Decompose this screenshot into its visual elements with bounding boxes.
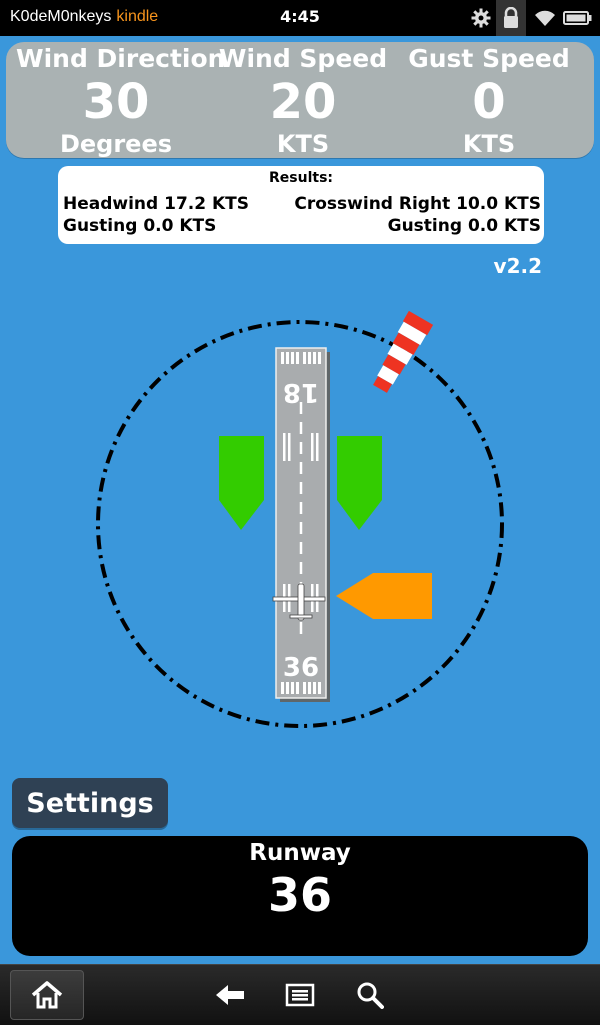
runway-bottom-number: 36 — [283, 653, 319, 683]
status-bar: K0deM0nkeys kindle 4:45 — [0, 0, 600, 36]
runway-label: Runway — [249, 840, 351, 866]
wind-direction-label: Wind Direction — [16, 44, 226, 73]
results-title: Results: — [269, 170, 333, 186]
system-nav-bar — [0, 964, 600, 1025]
headwind-arrow-right — [337, 436, 382, 530]
back-icon — [216, 985, 244, 1005]
settings-button-label: Settings — [26, 787, 154, 819]
wind-direction-unit: Degrees — [59, 130, 173, 158]
battery-icon — [562, 5, 594, 31]
wind-direction-value[interactable]: 30 — [16, 72, 216, 132]
runway-value[interactable]: 36 — [12, 868, 588, 922]
home-button[interactable] — [10, 970, 84, 1020]
crosswind-result: Crosswind Right 10.0 KTS — [294, 194, 541, 214]
wind-speed-value[interactable]: 20 — [203, 72, 403, 132]
headwind-result: Headwind 17.2 KTS — [63, 194, 249, 214]
search-button[interactable] — [352, 965, 388, 1025]
crosswind-arrow — [336, 573, 432, 619]
runway: 18 36 — [275, 347, 330, 702]
wind-input-panel: Wind Direction 30 Degrees Wind Speed 20 … — [6, 42, 594, 158]
settings-gear-icon[interactable] — [468, 5, 494, 31]
wind-speed-control[interactable]: Wind Speed 20 KTS — [203, 42, 403, 158]
menu-button[interactable] — [282, 965, 318, 1025]
crosswind-gusting-result: Gusting 0.0 KTS — [387, 216, 541, 236]
search-icon — [357, 982, 384, 1009]
headwind-arrow-left — [219, 436, 264, 530]
wind-speed-label: Wind Speed — [218, 44, 388, 73]
runway-top-number: 18 — [283, 377, 319, 407]
wifi-icon — [531, 5, 559, 31]
headwind-gusting-result: Gusting 0.0 KTS — [63, 216, 217, 236]
menu-icon — [285, 983, 315, 1007]
gust-speed-value[interactable]: 0 — [389, 72, 589, 132]
wind-speed-unit: KTS — [276, 130, 330, 158]
windsock-icon — [373, 310, 434, 393]
home-icon — [31, 981, 63, 1009]
gust-speed-control[interactable]: Gust Speed 0 KTS — [389, 42, 589, 158]
gust-speed-unit: KTS — [462, 130, 516, 158]
runway-selector[interactable]: Runway 36 — [12, 836, 588, 956]
app-version: v2.2 — [493, 254, 542, 278]
wind-direction-control[interactable]: Wind Direction 30 Degrees — [16, 42, 226, 158]
runway-wind-diagram: 18 36 — [96, 310, 504, 728]
results-panel: Results: Headwind 17.2 KTS Gusting 0.0 K… — [58, 166, 544, 244]
settings-button[interactable]: Settings — [12, 778, 168, 828]
gust-speed-label: Gust Speed — [408, 44, 570, 73]
back-button[interactable] — [210, 965, 250, 1025]
lock-icon[interactable] — [496, 0, 526, 36]
